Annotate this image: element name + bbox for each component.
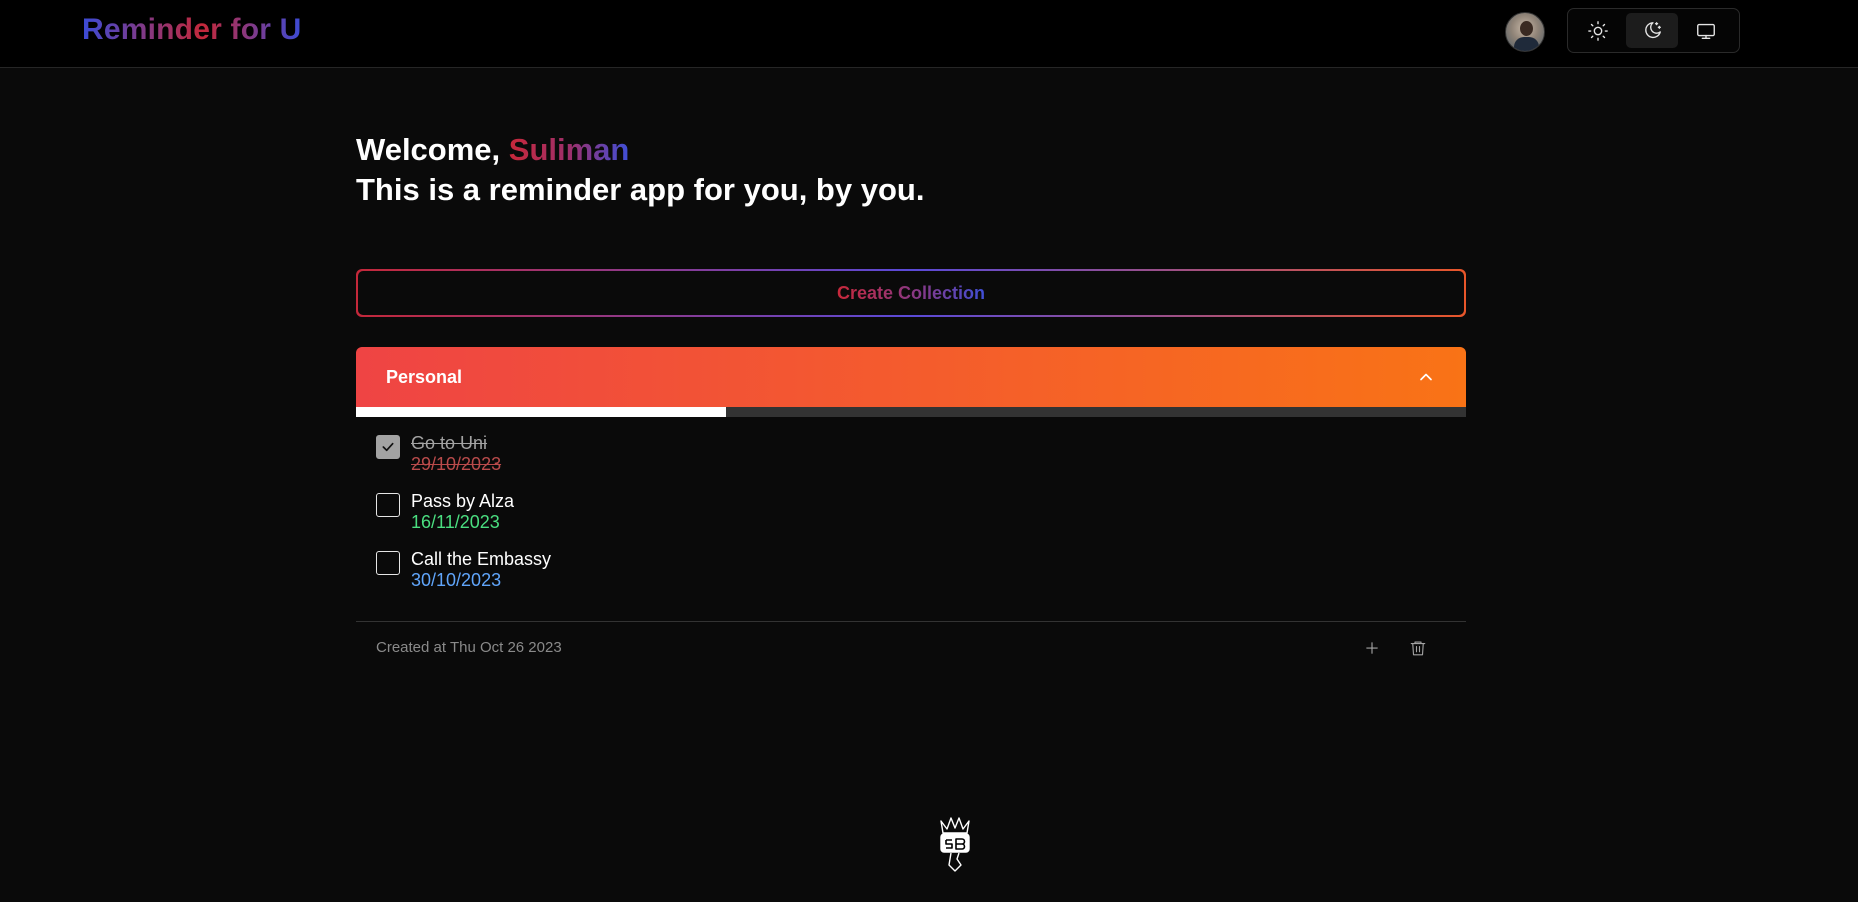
system-theme-button[interactable]	[1680, 13, 1732, 48]
collection-actions	[1360, 636, 1430, 660]
task-title: Go to Uni	[411, 433, 488, 453]
task-checkbox[interactable]	[376, 493, 400, 517]
chevron-up-icon[interactable]	[1416, 367, 1436, 387]
welcome-heading: Welcome, Suliman This is a reminder app …	[356, 130, 924, 210]
task-date: 30/10/2023	[411, 570, 502, 590]
task-date: 29/10/2023	[411, 454, 502, 474]
task-title: Call the Embassy	[411, 549, 552, 569]
task-item: Call the Embassy 30/10/2023	[376, 549, 1446, 591]
user-name: Suliman	[508, 132, 630, 167]
create-collection-button[interactable]: Create Collection	[356, 269, 1466, 317]
dark-theme-button[interactable]	[1626, 13, 1678, 48]
task-content: Call the Embassy 30/10/2023	[411, 549, 551, 591]
check-icon	[382, 442, 394, 452]
sun-icon	[1588, 20, 1608, 41]
welcome-greeting: Welcome,	[356, 132, 509, 167]
task-list: Go to Uni 29/10/2023 Pass by Alza 16/11/…	[356, 417, 1466, 621]
task-content: Go to Uni 29/10/2023	[411, 433, 501, 475]
task-checkbox[interactable]	[376, 435, 400, 459]
avatar-body	[1514, 37, 1539, 51]
avatar-head	[1520, 21, 1533, 36]
progress-fill	[356, 407, 726, 417]
task-date: 16/11/2023	[411, 512, 500, 532]
create-collection-inner: Create Collection	[358, 271, 1464, 315]
sb-logo	[940, 817, 970, 872]
collection-footer: Created at Thu Oct 26 2023	[356, 621, 1466, 673]
brand-logo[interactable]: Reminder for U	[82, 13, 302, 47]
task-item: Pass by Alza 16/11/2023	[376, 491, 1446, 533]
collection-title: Personal	[386, 366, 463, 387]
task-content: Pass by Alza 16/11/2023	[411, 491, 514, 533]
task-checkbox[interactable]	[376, 551, 400, 575]
monitor-icon	[1697, 23, 1715, 39]
plus-icon	[1366, 641, 1378, 654]
add-task-button[interactable]	[1360, 636, 1384, 660]
theme-switcher	[1567, 8, 1740, 53]
welcome-subtitle: This is a reminder app for you, by you.	[356, 172, 925, 207]
create-collection-label: Create Collection	[836, 282, 986, 303]
task-title: Pass by Alza	[411, 491, 515, 511]
delete-collection-button[interactable]	[1406, 636, 1430, 660]
light-theme-button[interactable]	[1572, 13, 1624, 48]
welcome-line: Welcome, Suliman	[356, 130, 924, 170]
user-avatar[interactable]	[1505, 12, 1545, 52]
trash-icon	[1410, 640, 1426, 655]
collection-card: Personal Go to Uni 29/10/2023 Pass by Al…	[356, 347, 1466, 673]
created-at-text: Created at Thu Oct 26 2023	[376, 639, 562, 656]
top-navbar: Reminder for U	[0, 0, 1858, 68]
task-item: Go to Uni 29/10/2023	[376, 433, 1446, 475]
collection-header[interactable]: Personal	[356, 347, 1466, 407]
moon-icon	[1645, 21, 1661, 38]
collection-progress-bar	[356, 407, 1466, 417]
